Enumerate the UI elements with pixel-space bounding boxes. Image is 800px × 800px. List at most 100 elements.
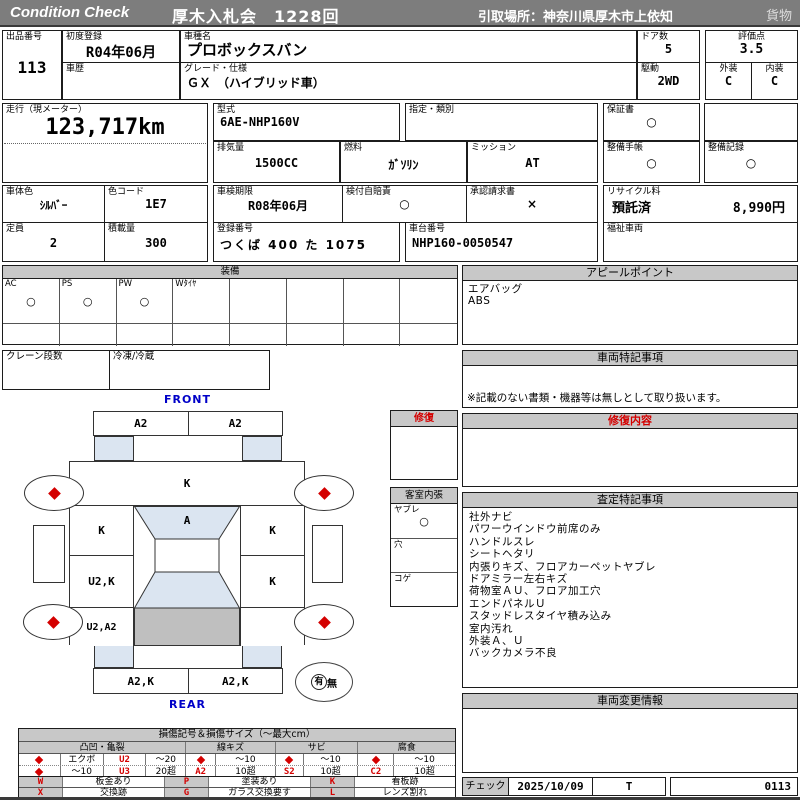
body-color-value: ｼﾙﾊﾞｰ xyxy=(39,199,68,212)
spare-yes-circled: 有 xyxy=(311,674,327,690)
front-bumper-right-damage: A2 xyxy=(188,412,282,435)
code-k-desc: 看板跡 xyxy=(391,777,419,787)
legend-dent-code: U2 xyxy=(104,754,147,765)
rear-right-wheel xyxy=(294,604,354,640)
equip-value: ○ xyxy=(139,295,150,308)
equip-label xyxy=(230,279,286,280)
equip-label xyxy=(400,279,457,280)
grade-value: ＧＸ （ハイブリッド車） xyxy=(187,76,325,90)
equip-empty-cell xyxy=(230,324,287,346)
auction-title: 厚木入札会 1228回 xyxy=(172,7,340,26)
maintenance-book-value: ○ xyxy=(646,156,657,170)
wheel-damage-diamond-icon xyxy=(46,615,60,629)
equip-label: AC xyxy=(5,279,17,289)
maintenance-record-cell: 整備記録 ○ xyxy=(704,141,798,183)
assessment-notes-panel: 査定特記事項 社外ナビ パワーウインドウ前席のみ ハンドルスレ シートヘタリ 内… xyxy=(462,492,798,688)
right-door-panel: K xyxy=(240,556,304,608)
exterior-value: C xyxy=(724,74,733,88)
sheet-code-box: 0113 xyxy=(670,777,798,796)
assessment-line: バックカメラ不良 xyxy=(469,647,557,660)
equip-empty-cell xyxy=(3,324,60,346)
code-w-desc: 板金あり xyxy=(63,777,165,787)
code-k: K xyxy=(311,777,355,787)
recycle-fee-value: 8,990円 xyxy=(732,201,785,216)
equipment-row-1: AC ○ PS ○ PW ○ Wﾀｲﾔ xyxy=(3,279,457,324)
wheel-damage-diamond-icon xyxy=(317,486,331,500)
maintenance-book-cell: 整備手帳 ○ xyxy=(603,141,700,183)
vehicle-change-title: 車両変更情報 xyxy=(463,694,797,709)
equip-empty-cell xyxy=(173,324,230,346)
inspection-expiry-label: 車検期限 xyxy=(217,187,254,197)
check-label: チェック xyxy=(463,778,509,795)
first-registration-label: 初度登録 xyxy=(66,32,103,42)
mission-cell: ミッション AT xyxy=(467,141,598,183)
assessment-line: スタッドレスタイヤ積み込み xyxy=(469,610,612,623)
mileage-value: 123,717km xyxy=(4,115,206,144)
reefer-cell: 冷凍/冷蔵 xyxy=(109,350,270,390)
approval-request-label: 承認請求書 xyxy=(470,187,516,197)
repair-flag-title: 修復 xyxy=(391,411,457,427)
model-name-value: プロボックスバン xyxy=(187,41,308,59)
model-code-cell: 型式 6AE-NHP160V xyxy=(213,103,400,141)
equip-empty-cell xyxy=(400,324,457,346)
title-bar: Condition Check 厚木入札会 1228回 引取場所：神奈川県厚木市… xyxy=(0,0,800,27)
equip-empty-cell xyxy=(60,324,117,346)
reefer-label: 冷凍/冷蔵 xyxy=(113,351,155,362)
score-cell: 評価点 3.5 外装 C 内装 C xyxy=(705,30,798,100)
code-p-desc: 塗装あり xyxy=(209,777,311,787)
appeal-points-title: アピールポイント xyxy=(463,266,797,281)
cabin-burn-label: コゲ xyxy=(394,574,412,584)
damage-diamond-icon xyxy=(358,754,395,765)
warranty-spare-cell xyxy=(704,103,798,141)
displacement-cell: 排気量 1500CC xyxy=(213,141,340,183)
spare-tire-indicator: 有 無 xyxy=(295,662,353,702)
body-color-cell: 車体色 ｼﾙﾊﾞｰ xyxy=(2,185,105,223)
check-row: チェック 2025/10/09 T xyxy=(462,777,666,796)
insurance-value: ○ xyxy=(399,197,410,211)
left-front-panel: K xyxy=(70,506,134,556)
damage-legend-table: 損傷記号＆損傷サイズ（～最大cm） 凸凹・亀裂 線キズ サビ 腐食 エクボ U2… xyxy=(18,728,456,778)
model-name-cell: 車種名 プロボックスバン xyxy=(181,31,636,63)
fuel-cell: 燃料 ｶﾞｿﾘﾝ xyxy=(340,141,467,183)
equip-empty-cell xyxy=(344,324,401,346)
legend-category-row: 凸凹・亀裂 線キズ サビ 腐食 xyxy=(19,742,455,754)
legend-dent-size: ～20 xyxy=(146,754,187,765)
rear-bumper: A2,K A2,K xyxy=(93,668,283,694)
body-color-label: 車体色 xyxy=(6,187,34,197)
equipment-section: 装備 AC ○ PS ○ PW ○ Wﾀｲﾔ xyxy=(2,265,458,346)
chassis-no-label: 車台番号 xyxy=(409,224,446,234)
assessment-line: 外装Ａ、Ｕ xyxy=(469,635,524,648)
assessment-line: ハンドルスレ xyxy=(469,535,535,548)
rear-bumper-left-damage: A2,K xyxy=(94,669,189,693)
damage-diamond-icon xyxy=(19,754,61,765)
cabin-hole-cell: 穴 xyxy=(391,539,457,573)
damage-diamond-icon xyxy=(276,754,304,765)
model-grade-cell: 車種名 プロボックスバン グレード・仕様 ＧＸ （ハイブリッド車） xyxy=(180,30,637,100)
legend-category-scratch: 線キズ xyxy=(186,742,276,753)
warranty-label: 保証書 xyxy=(607,105,635,115)
mileage-label: 走行（現メーター） xyxy=(6,105,88,115)
equip-cell-empty xyxy=(344,279,401,323)
drive-label: 駆動 xyxy=(641,64,660,74)
equipment-row-2 xyxy=(3,324,457,346)
check-date: 2025/10/09 xyxy=(509,778,593,795)
cabin-hole-label: 穴 xyxy=(394,540,403,550)
equip-empty-cell xyxy=(287,324,344,346)
front-label: FRONT xyxy=(163,393,212,406)
vehicle-change-panel: 車両変更情報 xyxy=(462,693,798,773)
equip-value: ○ xyxy=(82,295,93,308)
maintenance-record-value: ○ xyxy=(745,156,757,170)
color-code-cell: 色コード 1E7 xyxy=(104,185,208,223)
rear-bumper-right-damage: A2,K xyxy=(188,669,282,693)
recycle-status: 預託済 xyxy=(612,201,652,216)
chassis-no-cell: 車台番号 NHP160-0050547 xyxy=(405,222,598,262)
welfare-vehicle-label: 福祉車両 xyxy=(607,224,644,234)
front-bumper: A2 A2 xyxy=(93,411,283,436)
assessment-line: 社外ナビ xyxy=(469,511,513,523)
front-right-wheel xyxy=(294,475,354,511)
mileage-cell: 走行（現メーター） 123,717km xyxy=(2,103,208,183)
overall-score-cell: 評価点 3.5 xyxy=(706,31,797,63)
equip-value: ○ xyxy=(26,295,36,308)
right-front-panel: K xyxy=(240,506,304,556)
check-inspector: T xyxy=(625,780,633,793)
